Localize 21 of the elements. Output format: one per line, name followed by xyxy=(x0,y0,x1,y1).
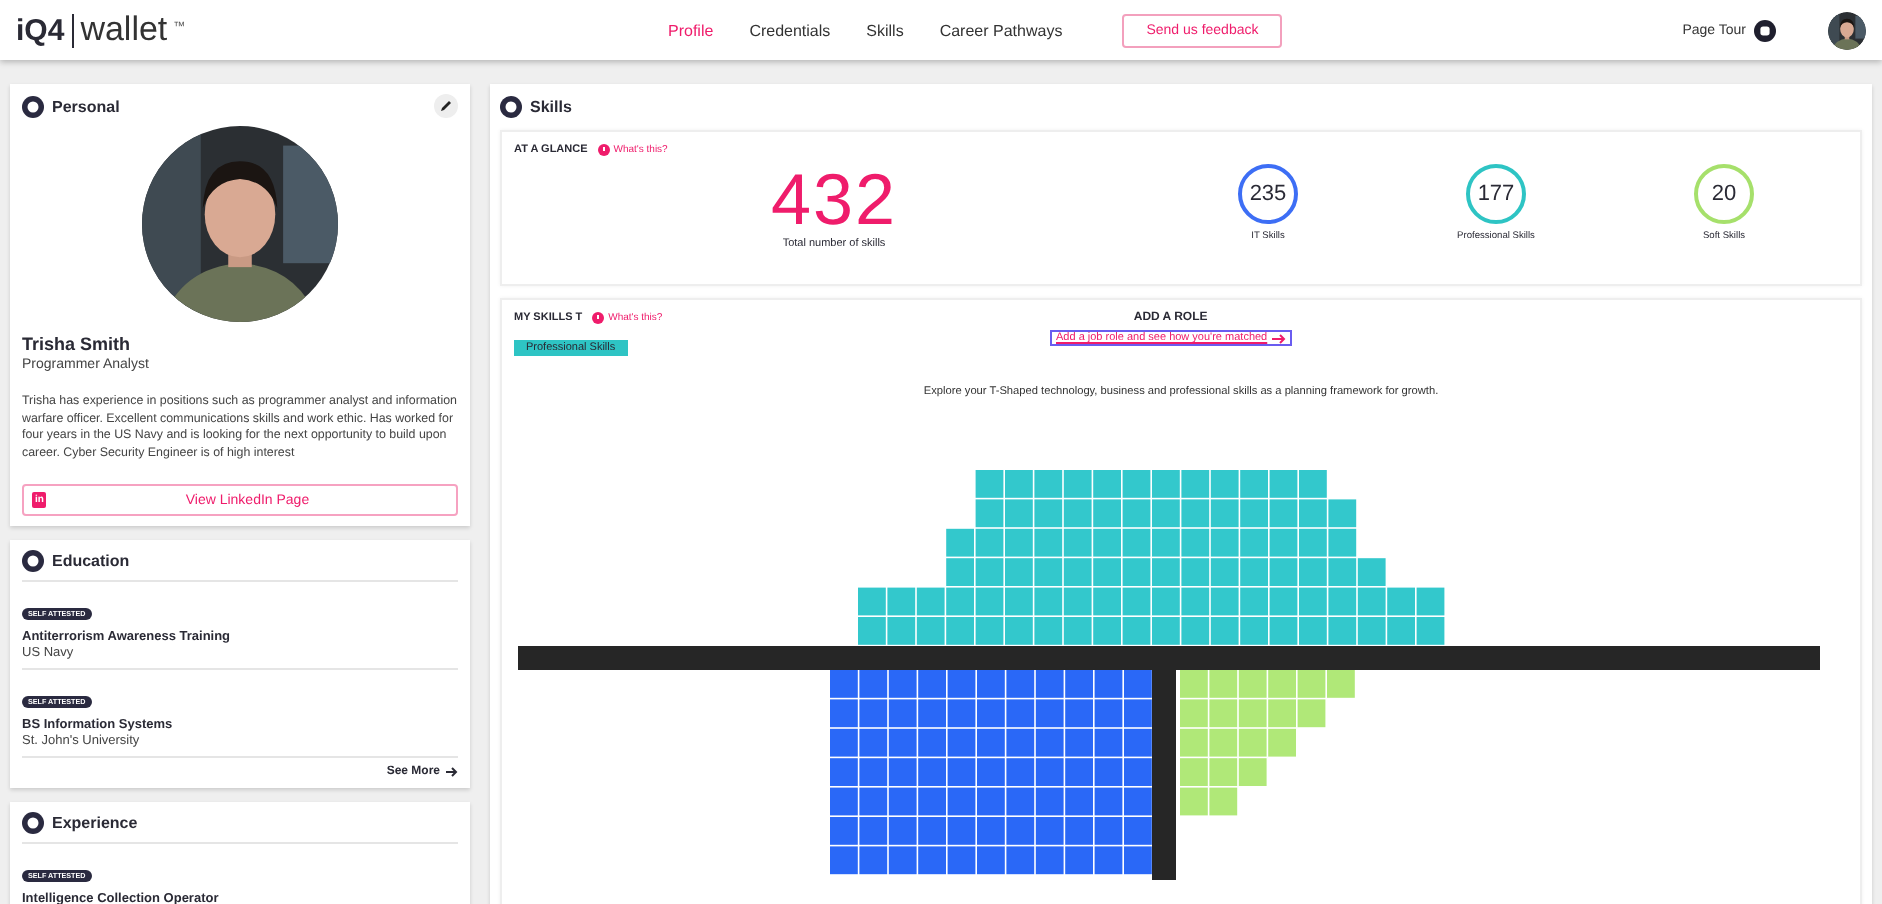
count-ring: 235 xyxy=(1238,164,1298,224)
total-count: 432 xyxy=(770,164,898,236)
arrow-icon xyxy=(1271,333,1286,343)
nav-tab[interactable]: Skills xyxy=(854,17,916,43)
card-title: Personal xyxy=(52,97,120,115)
count-ring: 177 xyxy=(1466,164,1526,224)
tour-icon xyxy=(1754,19,1776,41)
logo-brand: iQ4 xyxy=(16,13,75,47)
nav-tab[interactable]: Profile xyxy=(656,17,726,43)
card-title: Experience xyxy=(52,814,138,832)
arrow-icon xyxy=(446,766,458,778)
nav-tab[interactable]: Credentials xyxy=(737,17,843,43)
edit-icon[interactable] xyxy=(434,94,458,118)
count-ring: 20 xyxy=(1694,164,1754,224)
card-title: Education xyxy=(52,552,130,570)
logo-product: wallet xyxy=(80,10,168,50)
card-title: Skills xyxy=(530,98,572,116)
person-name: Trisha Smith xyxy=(22,334,133,354)
nav-tab[interactable]: Career Pathways xyxy=(927,17,1075,43)
help-icon xyxy=(592,312,605,324)
help-icon xyxy=(597,144,610,156)
